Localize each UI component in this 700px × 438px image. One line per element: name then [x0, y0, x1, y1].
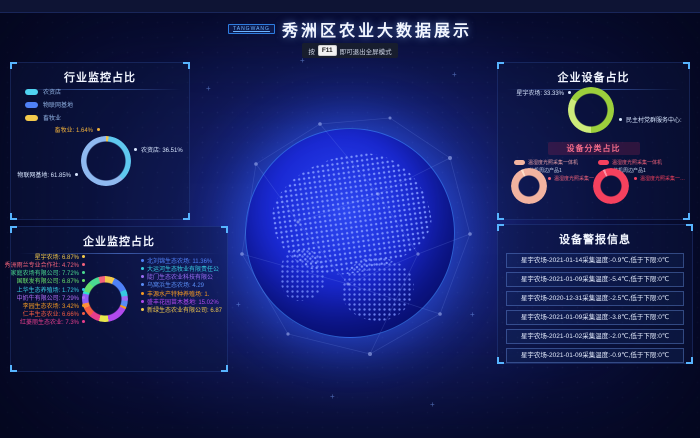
label-dot [82, 271, 85, 274]
enterprise-label: 家庭农场有限公司: 7.72% [11, 269, 85, 276]
enterprise-label: 红菱丽生态农业: 7.3% [20, 319, 85, 326]
label-dot [82, 288, 85, 291]
legend-swatch [514, 160, 525, 165]
label-dot [82, 296, 85, 299]
label-dot [82, 312, 85, 315]
alarm-info-panel: 设备警报信息 星宇农场-2021-01-14采集温度:-0.9℃,低于下限:0℃… [497, 224, 693, 364]
legend-label: 温湿度光照采集一体机 [528, 159, 578, 166]
device-class-right-donut [593, 168, 629, 204]
enterprise-label: 星宇农场: 6.87% [35, 253, 85, 260]
industry-legend: 农资店 物联网基地 畜牧业 [25, 87, 73, 122]
legend-item: 畜牧业 [25, 113, 73, 122]
label-dot [141, 267, 144, 270]
plus-decoration [452, 70, 457, 79]
enterprise-label: 新绿生态农业有限公司: 6.87 [141, 306, 222, 313]
panel-title: 企业设备占比 [498, 63, 689, 85]
label-dot [141, 259, 144, 262]
label-dot [82, 263, 85, 266]
device-class-title: 设备分类占比 [548, 142, 640, 155]
legend-item: 农资店 [25, 87, 73, 96]
device-class-right-legend1: 温湿度光照采集一体机 [598, 159, 662, 166]
equipment-ratio-panel: 企业设备占比 星宇农场: 33.33% 民主村党群服务中心: 设备分类占比 温湿… [497, 62, 690, 220]
legend-label: 温湿度光照采集一体机 [612, 159, 662, 166]
label-dot [82, 304, 85, 307]
enterprise-label: 北刘锦生态农场: 11.36% [141, 257, 212, 264]
alarm-list: 星宇农场-2021-01-14采集温度:-0.9℃,低于下限:0℃ 星宇农场-2… [506, 253, 684, 363]
panel-title: 设备警报信息 [498, 225, 692, 247]
device-class-left-callout: 温湿度光照采集一… [554, 175, 599, 182]
enterprise-label: 仁丰生态农业: 6.66% [23, 310, 85, 317]
device-class-left-legend1: 温湿度光照采集一体机 [514, 159, 578, 166]
alarm-row: 星宇农场-2021-01-09采集温度:-0.9℃,低于下限:0℃ [506, 348, 684, 363]
legend-item: 物联网基地 [25, 100, 73, 109]
alarm-row: 星宇农场-2021-01-02采集温度:-2.0℃,低于下限:0℃ [506, 329, 684, 344]
label-dot [82, 255, 85, 258]
enterprise-label-text: 新绿生态农业有限公司: 6.87 [147, 305, 222, 314]
tooltip-suffix: 即可退出全屏模式 [340, 46, 392, 56]
enterprise-label-text: 红菱丽生态农业: 7.3% [20, 317, 79, 326]
device-class-left-donut [511, 168, 547, 204]
legend-swatch [25, 102, 38, 108]
enterprise-labels-left: 星宇农场: 6.87% 秀洲雨兰专业合作社: 4.72% 家庭农场有限公司: 7… [13, 253, 85, 325]
label-dot [141, 308, 144, 311]
label-dot [82, 279, 85, 282]
industry-donut-chart [81, 136, 131, 186]
fullscreen-tooltip: 按 F11 即可退出全屏模式 [0, 43, 700, 58]
enterprise-label: 李园生态农场: 3.42% [23, 302, 85, 309]
device-class-right-callout: 温湿度光照采集一… [640, 175, 685, 182]
brand-logo: TANGWANG [228, 24, 275, 34]
plus-decoration [430, 400, 435, 409]
enterprise-label: 大运河生态牧业有限责任公 [141, 265, 219, 272]
industry-callout-top: 畜牧业: 1.64% [33, 125, 93, 134]
label-dot [141, 275, 144, 278]
legend-swatch [25, 89, 38, 95]
panel-title: 行业监控占比 [11, 63, 189, 85]
alarm-row: 星宇农场-2021-01-14采集温度:-0.9℃,低于下限:0℃ [506, 253, 684, 268]
plus-decoration [206, 84, 211, 93]
globe-network-lines [228, 102, 478, 372]
label-dot [141, 300, 144, 303]
label-dot [82, 320, 85, 323]
industry-callout-right: 农资店: 36.51% [141, 145, 183, 154]
enterprise-label: 乌窝浜生态农场: 4.29 [141, 282, 204, 289]
enterprise-label: 上华生态养殖场: 1.72% [17, 286, 85, 293]
f11-keycap: F11 [318, 45, 337, 56]
enterprise-label: 丰源水产特种养殖场: 1. [141, 290, 209, 297]
legend-label: 物联网基地 [43, 100, 73, 109]
alarm-row: 星宇农场-2021-01-09采集温度:-3.8℃,低于下限:0℃ [506, 310, 684, 325]
legend-swatch [598, 160, 609, 165]
header: TANGWANG 秀洲区农业大数据展示 [0, 17, 700, 41]
tooltip-prefix: 按 [308, 46, 315, 56]
enterprise-label: 秀洲雨兰专业合作社: 4.72% [5, 261, 85, 268]
legend-label: 畜牧业 [43, 113, 61, 122]
legend-label: 农资店 [43, 87, 61, 96]
enterprise-donut-chart [82, 276, 128, 322]
enterprise-label: 盛丰花园苗木基地: 15.02% [141, 298, 219, 305]
enterprise-label: 中奶牛有限公司: 7.29% [17, 294, 85, 301]
page-title: 秀洲区农业大数据展示 [282, 17, 472, 41]
enterprise-label: 陡门生态农业科技有限公 [141, 273, 213, 280]
top-bar [0, 0, 700, 13]
label-dot [141, 283, 144, 286]
equipment-callout-right: 民主村党群服务中心: [626, 115, 682, 124]
industry-callout-left: 物联网基地: 61.85% [11, 170, 71, 179]
industry-monitor-panel: 行业监控占比 农资店 物联网基地 畜牧业 畜牧业: 1.64% 农资店: 36.… [10, 62, 190, 220]
alarm-row: 星宇农场-2020-12-31采集温度:-2.5℃,低于下限:0℃ [506, 291, 684, 306]
panel-title: 企业监控占比 [11, 227, 227, 249]
enterprise-monitor-panel: 企业监控占比 星宇农场: 6.87% 秀洲雨兰专业合作社: 4.72% 家庭农场… [10, 226, 228, 372]
legend-swatch [25, 115, 38, 121]
alarm-row: 星宇农场-2021-01-09采集温度:-5.4℃,低于下限:0℃ [506, 272, 684, 287]
plus-decoration [330, 392, 335, 401]
enterprise-label: 国联发有限公司: 6.87% [17, 278, 85, 285]
equipment-donut-chart [568, 87, 614, 133]
equipment-callout-left: 星宇农场: 33.33% [502, 88, 564, 97]
label-dot [141, 292, 144, 295]
enterprise-labels-right: 北刘锦生态农场: 11.36% 大运河生态牧业有限责任公 陡门生态农业科技有限公… [141, 257, 227, 313]
